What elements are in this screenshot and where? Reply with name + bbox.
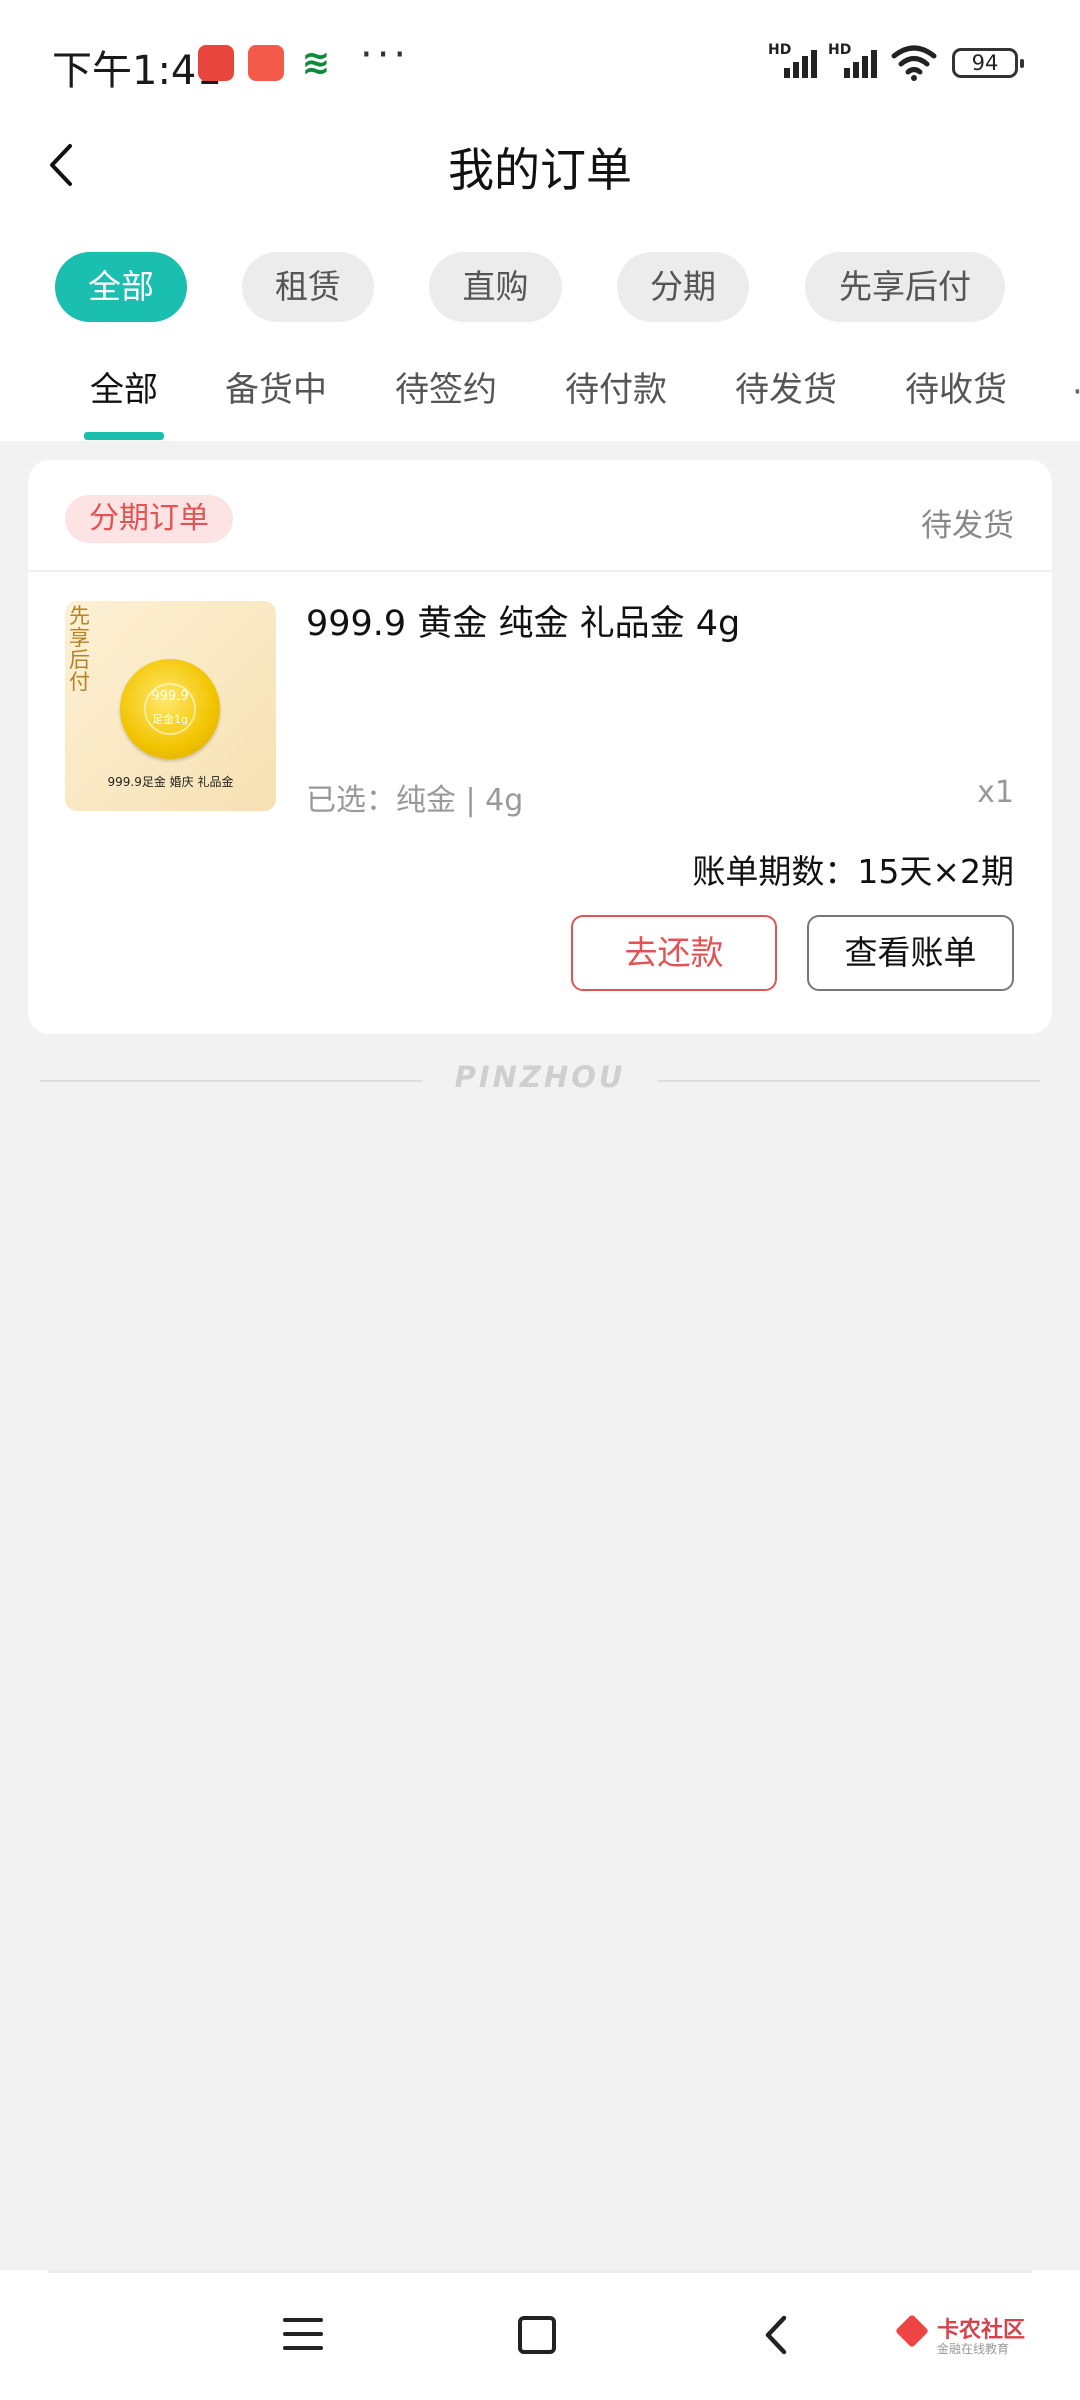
chip-lease[interactable]: 租赁 — [242, 252, 374, 322]
order-status: 待发货 — [921, 508, 1014, 544]
view-bill-button[interactable]: 查看账单 — [807, 915, 1014, 991]
tab-to-receive[interactable]: 待收货 — [905, 362, 1007, 411]
product-image-side-text: 先享后付 — [69, 604, 90, 694]
product-title[interactable]: 999.9 黄金 纯金 礼品金 4g — [306, 595, 740, 646]
search-app-icon — [198, 45, 234, 81]
tab-to-sign[interactable]: 待签约 — [395, 362, 497, 411]
kuaishou-icon — [248, 45, 284, 81]
order-type-badge: 分期订单 — [65, 495, 233, 543]
status-time: 下午1:41 — [52, 48, 222, 94]
repay-button[interactable]: 去还款 — [571, 915, 777, 991]
chip-all[interactable]: 全部 — [55, 252, 187, 322]
product-quantity: x1 — [977, 775, 1014, 810]
chip-buy-now-pay-later[interactable]: 先享后付 — [805, 252, 1005, 322]
tab-to-ship[interactable]: 待发货 — [735, 362, 837, 411]
product-image-caption: 999.9足金 婚庆 礼品金 — [107, 775, 234, 789]
chip-direct-buy[interactable]: 直购 — [429, 252, 562, 322]
gold-coin-icon: 999.9 足金1g — [120, 659, 220, 759]
order-card[interactable]: 分期订单 待发货 先享后付 999.9 足金1g 999.9足金 婚庆 礼品金 … — [28, 460, 1052, 1034]
system-back-icon[interactable] — [752, 2310, 802, 2360]
card-divider — [28, 570, 1052, 572]
brand-divider-right — [658, 1080, 1040, 1082]
signal-strength-icon: HD — [768, 42, 828, 82]
chip-installment[interactable]: 分期 — [617, 252, 749, 322]
watermark: 卡农社区 金融在线教育 — [895, 2312, 1047, 2362]
tab-all[interactable]: 全部 — [90, 362, 158, 411]
more-notifications-icon: ··· — [360, 32, 411, 78]
bill-installments: 账单期数：15天×2期 — [692, 852, 1014, 891]
signal-strength-icon: HD — [828, 42, 888, 82]
brand-footer: PINZHOU — [454, 1060, 626, 1094]
post-office-icon: ≋ — [301, 43, 331, 83]
page-title: 我的订单 — [448, 143, 632, 197]
battery-icon: 94 — [952, 48, 1024, 78]
top-section: 下午1:41 ≋ ··· HD HD 94 我的订单 全部 租赁 直购 分期 先… — [0, 0, 1080, 441]
recent-apps-icon[interactable] — [280, 2310, 330, 2360]
product-spec: 已选：纯金 | 4g — [306, 783, 524, 818]
tab-to-pay[interactable]: 待付款 — [565, 362, 667, 411]
product-image[interactable]: 先享后付 999.9 足金1g 999.9足金 婚庆 礼品金 — [65, 601, 276, 811]
status-bar: 下午1:41 ≋ ··· HD HD 94 — [0, 0, 1080, 120]
tab-preparing[interactable]: 备货中 — [225, 362, 327, 411]
home-icon[interactable] — [518, 2316, 556, 2354]
tab-overflow-hint: · — [1072, 372, 1080, 400]
wifi-icon — [891, 45, 937, 81]
tab-active-indicator — [84, 432, 164, 440]
system-nav-bar: 卡农社区 金融在线教育 — [0, 2270, 1080, 2400]
kanong-logo-icon — [895, 2314, 929, 2348]
